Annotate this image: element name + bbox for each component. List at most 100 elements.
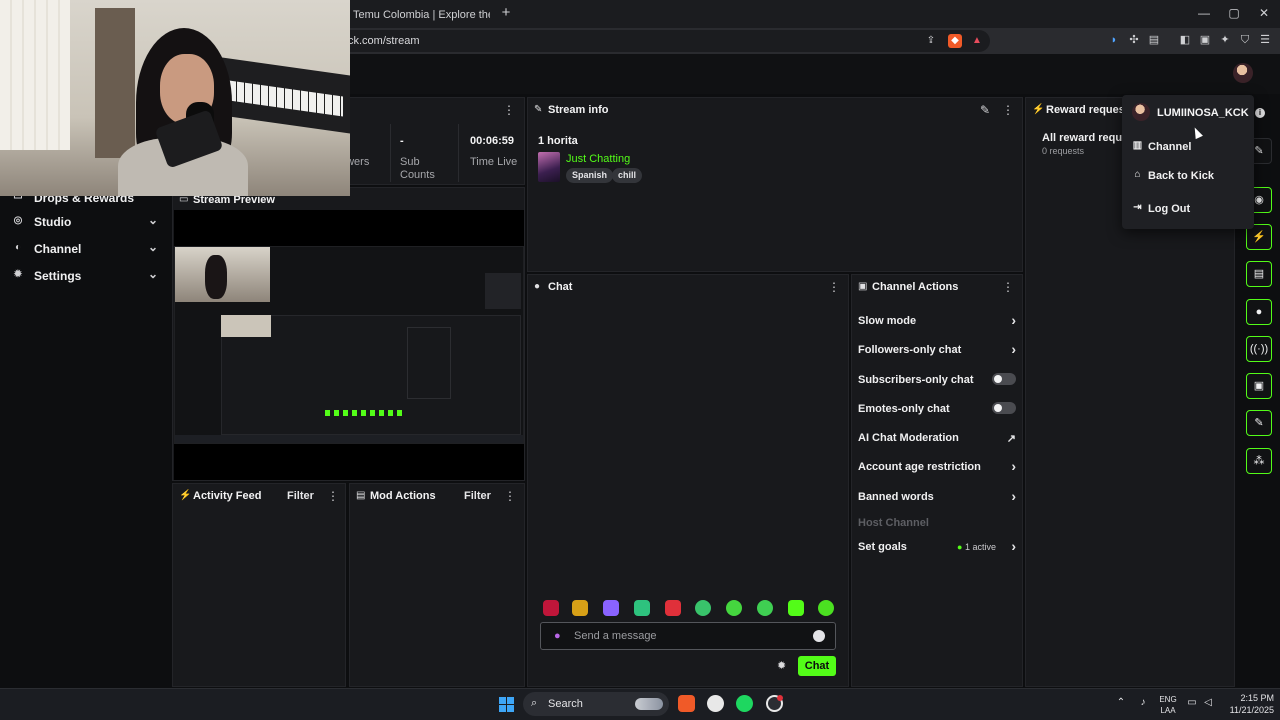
sidebar-item-channel[interactable]: ◐ Channel ⌄ — [12, 239, 162, 261]
sidebar-toggle-icon[interactable]: ◧ — [1177, 32, 1193, 48]
vpn-icon[interactable]: ⛉ — [1237, 32, 1253, 48]
preview-nested-webcam — [221, 315, 271, 337]
windows-start-icon[interactable] — [499, 697, 514, 712]
channel-icon: ◐ — [14, 242, 22, 253]
sidebar-item-studio[interactable]: ◎ Studio ⌄ — [12, 212, 162, 234]
studio-icon: ◎ — [13, 215, 23, 226]
emote-button[interactable] — [757, 600, 773, 616]
leo-ai-icon[interactable]: ✦ — [1217, 32, 1233, 48]
toggle-knob — [994, 375, 1002, 383]
rewards-icon[interactable]: ▲ — [970, 34, 984, 48]
subscribers-only-row: Subscribers-only chat — [858, 371, 1018, 391]
followers-only-row[interactable]: Followers-only chat › — [858, 341, 1018, 361]
sub-counts-stat: - Sub Counts — [400, 135, 435, 181]
kebab-menu-icon[interactable]: ⋮ — [504, 489, 516, 503]
emote-button[interactable] — [788, 600, 804, 616]
edit-icon[interactable]: ✎ — [980, 103, 990, 117]
kebab-menu-icon[interactable]: ⋮ — [327, 489, 339, 503]
emotes-only-toggle[interactable] — [992, 402, 1016, 414]
microphone-icon[interactable]: ● — [554, 629, 564, 643]
chat-settings-icon[interactable]: ✹ — [777, 660, 789, 672]
sidebar-item-settings[interactable]: ✹ Settings ⌄ — [12, 266, 162, 288]
slow-mode-row[interactable]: Slow mode › — [858, 312, 1018, 332]
lightning-icon: ⚡ — [179, 490, 192, 501]
network-icon[interactable]: ▭ — [1186, 697, 1198, 708]
browser-tab-title: Temu Colombia | Explore the Latest C — [353, 9, 490, 21]
menu-item-channel[interactable]: ▥ Channel — [1132, 137, 1247, 157]
emote-button[interactable] — [634, 600, 650, 616]
share-icon[interactable]: ⇪ — [924, 34, 938, 48]
banned-words-row[interactable]: Banned words › — [858, 488, 1018, 508]
emote-button[interactable] — [726, 600, 742, 616]
extensions-icon[interactable]: ✣ — [1126, 32, 1142, 48]
spotify-icon[interactable] — [736, 695, 753, 712]
maximize-button[interactable]: ▢ — [1222, 4, 1246, 22]
info-icon[interactable]: i — [1255, 108, 1265, 118]
menu-item-log-out[interactable]: ⇥ Log Out — [1132, 199, 1247, 219]
notification-badge — [777, 695, 783, 701]
rail-broadcast-button[interactable]: ((·)) — [1246, 336, 1272, 362]
kebab-menu-icon[interactable]: ⋮ — [1002, 103, 1014, 117]
chevron-right-icon: › — [1011, 341, 1016, 357]
mod-actions-panel: ▤ Mod Actions Filter ⋮ — [349, 483, 525, 687]
new-tab-button[interactable]: + — [498, 4, 514, 22]
chevron-down-icon: ⌄ — [147, 240, 158, 254]
divider — [390, 124, 391, 182]
emote-button[interactable] — [665, 600, 681, 616]
close-window-button[interactable]: ✕ — [1252, 4, 1276, 22]
user-menu-avatar — [1132, 103, 1150, 121]
address-bar[interactable]: ck.com/stream ⇪ ◆ ▲ — [300, 30, 990, 52]
minimize-button[interactable]: — — [1192, 4, 1216, 22]
user-avatar[interactable] — [1233, 63, 1253, 83]
volume-icon[interactable]: ◁ — [1202, 697, 1214, 708]
layout-icon: ▣ — [1253, 380, 1265, 392]
camera-icon: ◉ — [1254, 194, 1264, 206]
menu-item-back-to-kick[interactable]: ⌂ Back to Kick — [1132, 166, 1247, 186]
emote-button[interactable] — [695, 600, 711, 616]
url-text: ck.com/stream — [348, 35, 420, 47]
broadcast-icon: ((·)) — [1249, 343, 1269, 355]
activity-filter-button[interactable]: Filter — [287, 490, 314, 502]
system-clock[interactable]: 2:15 PM 11/21/2025 — [1220, 692, 1274, 716]
category-link[interactable]: Just Chatting — [566, 153, 630, 165]
brave-shields-icon[interactable]: ◆ — [948, 34, 962, 48]
kebab-menu-icon[interactable]: ⋮ — [503, 103, 515, 117]
rail-notes-button[interactable]: ▤ — [1246, 261, 1272, 287]
ai-chat-moderation-row[interactable]: AI Chat Moderation ↗ — [858, 429, 1018, 449]
stream-preview-frame — [174, 246, 524, 444]
toggle-knob — [994, 404, 1002, 412]
time-live-stat: 00:06:59 Time Live — [470, 135, 518, 168]
menu-icon[interactable]: ☰ — [1257, 32, 1273, 48]
emote-button[interactable] — [543, 600, 559, 616]
emote-button[interactable] — [818, 600, 834, 616]
emoji-icon[interactable] — [813, 630, 825, 642]
emote-button[interactable] — [603, 600, 619, 616]
browser-tab[interactable]: Temu Colombia | Explore the Latest C — [345, 4, 490, 24]
send-chat-button[interactable]: Chat — [798, 656, 836, 676]
brave-browser-icon[interactable] — [678, 695, 695, 712]
emote-button[interactable] — [572, 600, 588, 616]
channel-actions-icon: ▣ — [858, 281, 868, 292]
taskbar-search[interactable]: ⌕ Search — [523, 692, 669, 716]
language-indicator[interactable]: ENG LAA — [1156, 694, 1180, 716]
rail-tools-button[interactable]: ✎ — [1246, 410, 1272, 436]
rail-chat-button[interactable]: ● — [1246, 299, 1272, 325]
tray-microphone-icon[interactable]: ♪ — [1137, 697, 1149, 708]
mod-filter-button[interactable]: Filter — [464, 490, 491, 502]
account-age-restriction-row[interactable]: Account age restriction › — [858, 458, 1018, 478]
tag-chip: Spanish — [566, 168, 614, 183]
audio-playing-icon[interactable]: ◗ — [1106, 32, 1122, 48]
kebab-menu-icon[interactable]: ⋮ — [828, 280, 840, 294]
category-thumbnail — [538, 152, 560, 182]
kebab-menu-icon[interactable]: ⋮ — [1002, 280, 1014, 294]
rail-layout-button[interactable]: ▣ — [1246, 373, 1272, 399]
wallet-icon[interactable]: ▣ — [1197, 32, 1213, 48]
chat-message-input[interactable]: ● Send a message — [540, 622, 836, 650]
reading-list-icon[interactable]: ▤ — [1146, 32, 1162, 48]
chatgpt-icon[interactable] — [707, 695, 724, 712]
set-goals-row[interactable]: Set goals ● 1 active › — [858, 538, 1018, 558]
preview-person-silhouette — [205, 255, 227, 299]
subscribers-only-toggle[interactable] — [992, 373, 1016, 385]
rail-share-button[interactable]: ⁂ — [1246, 448, 1272, 474]
tray-overflow-icon[interactable]: ⌃ — [1115, 697, 1127, 708]
